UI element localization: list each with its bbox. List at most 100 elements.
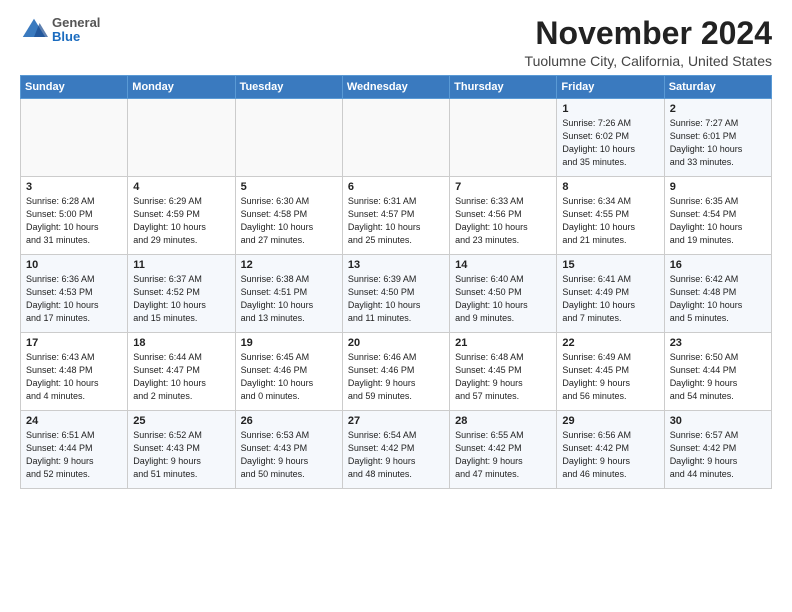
month-title: November 2024 xyxy=(525,16,772,51)
day-number: 9 xyxy=(670,181,766,193)
day-info: Sunrise: 6:31 AM Sunset: 4:57 PM Dayligh… xyxy=(348,195,444,247)
day-number: 26 xyxy=(241,415,337,427)
day-number: 20 xyxy=(348,337,444,349)
calendar-cell xyxy=(235,99,342,177)
day-number: 27 xyxy=(348,415,444,427)
header-day: Tuesday xyxy=(235,76,342,99)
calendar-cell xyxy=(128,99,235,177)
header-day: Friday xyxy=(557,76,664,99)
header: General Blue November 2024 Tuolumne City… xyxy=(20,16,772,69)
calendar-cell: 29 Sunrise: 6:56 AM Sunset: 4:42 PM Dayli… xyxy=(557,411,664,489)
week-row: 17 Sunrise: 6:43 AM Sunset: 4:48 PM Dayli… xyxy=(21,333,772,411)
calendar-cell: 15 Sunrise: 6:41 AM Sunset: 4:49 PM Dayli… xyxy=(557,255,664,333)
header-day: Saturday xyxy=(664,76,771,99)
calendar-cell: 10 Sunrise: 6:36 AM Sunset: 4:53 PM Dayli… xyxy=(21,255,128,333)
calendar-cell: 2 Sunrise: 7:27 AM Sunset: 6:01 PM Daylig… xyxy=(664,99,771,177)
day-info: Sunrise: 6:51 AM Sunset: 4:44 PM Dayligh… xyxy=(26,429,122,481)
page: General Blue November 2024 Tuolumne City… xyxy=(0,0,792,612)
day-info: Sunrise: 6:36 AM Sunset: 4:53 PM Dayligh… xyxy=(26,273,122,325)
day-number: 7 xyxy=(455,181,551,193)
day-number: 15 xyxy=(562,259,658,271)
day-number: 25 xyxy=(133,415,229,427)
day-number: 30 xyxy=(670,415,766,427)
day-info: Sunrise: 6:50 AM Sunset: 4:44 PM Dayligh… xyxy=(670,351,766,403)
week-row: 3 Sunrise: 6:28 AM Sunset: 5:00 PM Daylig… xyxy=(21,177,772,255)
day-number: 14 xyxy=(455,259,551,271)
calendar-cell: 20 Sunrise: 6:46 AM Sunset: 4:46 PM Dayli… xyxy=(342,333,449,411)
day-number: 12 xyxy=(241,259,337,271)
day-number: 24 xyxy=(26,415,122,427)
calendar-cell: 12 Sunrise: 6:38 AM Sunset: 4:51 PM Dayli… xyxy=(235,255,342,333)
calendar-cell: 25 Sunrise: 6:52 AM Sunset: 4:43 PM Dayli… xyxy=(128,411,235,489)
day-number: 19 xyxy=(241,337,337,349)
calendar-cell: 18 Sunrise: 6:44 AM Sunset: 4:47 PM Dayli… xyxy=(128,333,235,411)
day-info: Sunrise: 6:28 AM Sunset: 5:00 PM Dayligh… xyxy=(26,195,122,247)
day-info: Sunrise: 6:56 AM Sunset: 4:42 PM Dayligh… xyxy=(562,429,658,481)
day-number: 29 xyxy=(562,415,658,427)
day-number: 3 xyxy=(26,181,122,193)
day-number: 6 xyxy=(348,181,444,193)
calendar-cell: 27 Sunrise: 6:54 AM Sunset: 4:42 PM Dayli… xyxy=(342,411,449,489)
calendar-cell: 7 Sunrise: 6:33 AM Sunset: 4:56 PM Daylig… xyxy=(450,177,557,255)
calendar-cell: 22 Sunrise: 6:49 AM Sunset: 4:45 PM Dayli… xyxy=(557,333,664,411)
logo-general: General xyxy=(52,16,100,30)
day-info: Sunrise: 6:57 AM Sunset: 4:42 PM Dayligh… xyxy=(670,429,766,481)
calendar-cell: 13Sunrise: 6:39 AM Sunset: 4:50 PM Dayli… xyxy=(342,255,449,333)
day-info: Sunrise: 6:30 AM Sunset: 4:58 PM Dayligh… xyxy=(241,195,337,247)
calendar-cell: 6 Sunrise: 6:31 AM Sunset: 4:57 PM Daylig… xyxy=(342,177,449,255)
day-number: 21 xyxy=(455,337,551,349)
calendar-cell: 1 Sunrise: 7:26 AM Sunset: 6:02 PM Daylig… xyxy=(557,99,664,177)
day-info: Sunrise: 7:26 AM Sunset: 6:02 PM Dayligh… xyxy=(562,117,658,169)
calendar-cell xyxy=(21,99,128,177)
calendar-cell: 17 Sunrise: 6:43 AM Sunset: 4:48 PM Dayli… xyxy=(21,333,128,411)
day-number: 22 xyxy=(562,337,658,349)
location: Tuolumne City, California, United States xyxy=(525,53,772,69)
logo-icon xyxy=(20,16,48,44)
day-number: 10 xyxy=(26,259,122,271)
day-info: Sunrise: 6:52 AM Sunset: 4:43 PM Dayligh… xyxy=(133,429,229,481)
calendar-table: SundayMondayTuesdayWednesdayThursdayFrid… xyxy=(20,75,772,489)
day-info: Sunrise: 6:53 AM Sunset: 4:43 PM Dayligh… xyxy=(241,429,337,481)
calendar-cell xyxy=(450,99,557,177)
calendar-cell: 14Sunrise: 6:40 AM Sunset: 4:50 PM Dayli… xyxy=(450,255,557,333)
logo-text: General Blue xyxy=(52,16,100,45)
calendar-cell: 4 Sunrise: 6:29 AM Sunset: 4:59 PM Daylig… xyxy=(128,177,235,255)
calendar-cell: 8 Sunrise: 6:34 AM Sunset: 4:55 PM Daylig… xyxy=(557,177,664,255)
day-number: 2 xyxy=(670,103,766,115)
calendar-cell: 5Sunrise: 6:30 AM Sunset: 4:58 PM Daylig… xyxy=(235,177,342,255)
day-info: Sunrise: 6:41 AM Sunset: 4:49 PM Dayligh… xyxy=(562,273,658,325)
header-day: Thursday xyxy=(450,76,557,99)
day-info: Sunrise: 6:45 AM Sunset: 4:46 PM Dayligh… xyxy=(241,351,337,403)
calendar-cell: 26 Sunrise: 6:53 AM Sunset: 4:43 PM Dayli… xyxy=(235,411,342,489)
day-info: Sunrise: 6:49 AM Sunset: 4:45 PM Dayligh… xyxy=(562,351,658,403)
day-info: Sunrise: 6:55 AM Sunset: 4:42 PM Dayligh… xyxy=(455,429,551,481)
day-number: 13 xyxy=(348,259,444,271)
day-number: 17 xyxy=(26,337,122,349)
day-info: Sunrise: 6:29 AM Sunset: 4:59 PM Dayligh… xyxy=(133,195,229,247)
calendar-cell: 30 Sunrise: 6:57 AM Sunset: 4:42 PM Dayli… xyxy=(664,411,771,489)
day-info: Sunrise: 6:34 AM Sunset: 4:55 PM Dayligh… xyxy=(562,195,658,247)
day-info: Sunrise: 6:42 AM Sunset: 4:48 PM Dayligh… xyxy=(670,273,766,325)
calendar-cell: 11Sunrise: 6:37 AM Sunset: 4:52 PM Dayli… xyxy=(128,255,235,333)
calendar-cell: 28Sunrise: 6:55 AM Sunset: 4:42 PM Dayli… xyxy=(450,411,557,489)
day-info: Sunrise: 7:27 AM Sunset: 6:01 PM Dayligh… xyxy=(670,117,766,169)
day-info: Sunrise: 6:43 AM Sunset: 4:48 PM Dayligh… xyxy=(26,351,122,403)
day-info: Sunrise: 6:37 AM Sunset: 4:52 PM Dayligh… xyxy=(133,273,229,325)
day-info: Sunrise: 6:46 AM Sunset: 4:46 PM Dayligh… xyxy=(348,351,444,403)
day-info: Sunrise: 6:54 AM Sunset: 4:42 PM Dayligh… xyxy=(348,429,444,481)
title-block: November 2024 Tuolumne City, California,… xyxy=(525,16,772,69)
header-row: SundayMondayTuesdayWednesdayThursdayFrid… xyxy=(21,76,772,99)
day-number: 1 xyxy=(562,103,658,115)
week-row: 10 Sunrise: 6:36 AM Sunset: 4:53 PM Dayli… xyxy=(21,255,772,333)
day-info: Sunrise: 6:38 AM Sunset: 4:51 PM Dayligh… xyxy=(241,273,337,325)
header-day: Sunday xyxy=(21,76,128,99)
day-number: 4 xyxy=(133,181,229,193)
logo: General Blue xyxy=(20,16,100,45)
day-info: Sunrise: 6:44 AM Sunset: 4:47 PM Dayligh… xyxy=(133,351,229,403)
day-number: 8 xyxy=(562,181,658,193)
day-info: Sunrise: 6:48 AM Sunset: 4:45 PM Dayligh… xyxy=(455,351,551,403)
day-number: 18 xyxy=(133,337,229,349)
day-info: Sunrise: 6:33 AM Sunset: 4:56 PM Dayligh… xyxy=(455,195,551,247)
day-info: Sunrise: 6:35 AM Sunset: 4:54 PM Dayligh… xyxy=(670,195,766,247)
day-number: 23 xyxy=(670,337,766,349)
